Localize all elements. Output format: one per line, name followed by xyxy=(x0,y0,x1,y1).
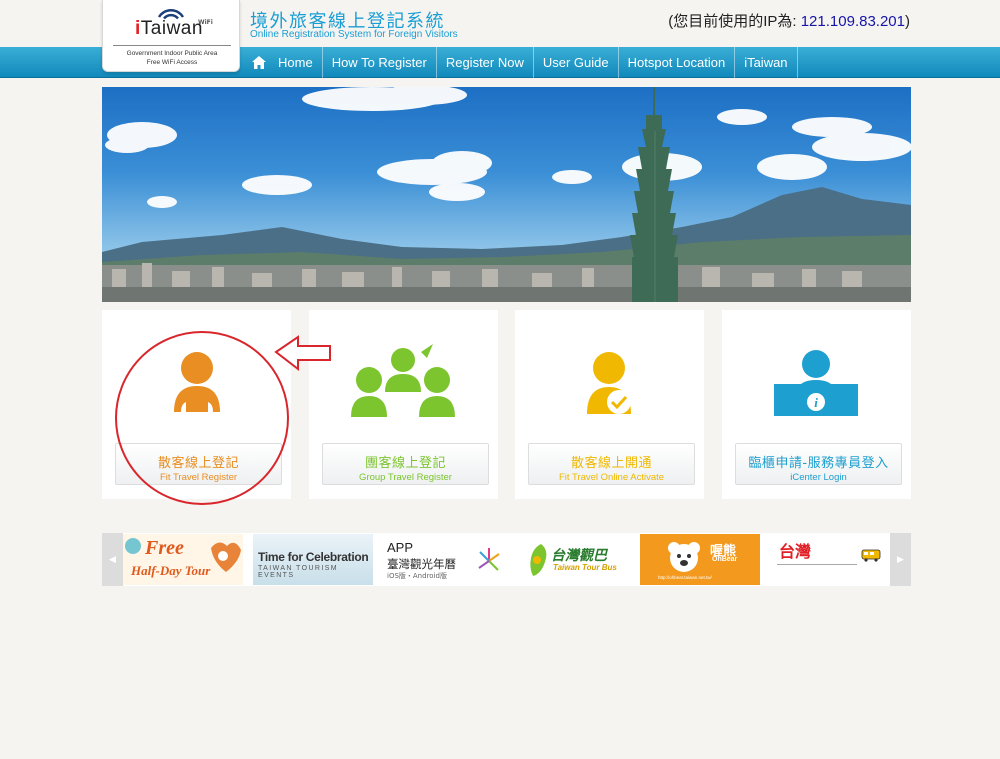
partner-rule xyxy=(777,564,857,565)
partner-title: 台灣 xyxy=(779,542,812,561)
home-icon[interactable] xyxy=(249,47,269,78)
icenter-login-button[interactable]: 臨櫃申請-服務專員登入 iCenter Login xyxy=(735,443,902,485)
page-subtitle: Online Registration System for Foreign V… xyxy=(250,29,458,40)
partner-note: iOS版・Android版 xyxy=(387,572,447,580)
partner-taiwan[interactable]: 台灣 xyxy=(769,534,889,585)
nav-register-now[interactable]: Register Now xyxy=(437,47,534,78)
nav-hotspot-location[interactable]: Hotspot Location xyxy=(619,47,736,78)
ip-address-info: (您目前使用的IP為: 121.109.83.201) xyxy=(668,10,910,31)
nav-home[interactable]: Home xyxy=(269,47,323,78)
banner-image xyxy=(102,87,911,302)
nav-how-to-register[interactable]: How To Register xyxy=(323,47,437,78)
partner-subtitle: Half-Day Tour xyxy=(131,563,211,578)
main-nav: Home How To Register Register Now User G… xyxy=(245,47,798,78)
partner-title: 台灣觀巴 xyxy=(551,548,607,564)
card-label-zh: 散客線上登記 xyxy=(157,456,239,471)
nav-itaiwan[interactable]: iTaiwan xyxy=(735,47,798,78)
bus-icon xyxy=(861,549,881,562)
partner-taiwan-tour-bus[interactable]: 台灣觀巴 Taiwan Tour Bus xyxy=(511,534,631,585)
ip-suffix: ) xyxy=(905,13,910,30)
card-label-en: Fit Travel Online Activate xyxy=(558,472,665,483)
itaiwan-logo[interactable]: iTaiwan WiFi Government Indoor Public Ar… xyxy=(102,0,240,72)
partner-url: http://ohbear.taiwan.net.tw/ xyxy=(658,575,712,580)
card-label-zh: 散客線上開通 xyxy=(570,456,652,471)
logo-subtitle-2: Free WiFi Access xyxy=(146,59,198,66)
bear-icon xyxy=(668,542,700,572)
logo-subtitle-1: Government Indoor Public Area xyxy=(126,50,218,57)
partner-time-for-celebration[interactable]: Time for Celebration TAIWAN TOURISM EVEN… xyxy=(253,534,373,585)
partner-subtitle: 臺灣觀光年曆 xyxy=(387,557,456,571)
partner-subtitle: TAIWAN TOURISM EVENTS xyxy=(258,565,339,579)
partner-subtitle: Taiwan Tour Bus xyxy=(553,563,617,572)
info-counter-icon: i xyxy=(722,340,911,430)
card-icenter-login[interactable]: i 臨櫃申請-服務專員登入 iCenter Login xyxy=(722,310,911,499)
partner-carousel: ◀ Free Half-Day Tour Time for Celebratio… xyxy=(102,533,911,586)
partner-free-half-day-tour[interactable]: Free Half-Day Tour xyxy=(123,534,243,585)
ip-prefix: (您目前使用的IP為: xyxy=(668,13,801,30)
svg-text:i: i xyxy=(814,395,818,410)
card-label-en: Fit Travel Register xyxy=(159,472,238,483)
person-check-icon xyxy=(515,340,704,430)
fit-travel-activate-button[interactable]: 散客線上開通 Fit Travel Online Activate xyxy=(528,443,695,485)
card-group-travel-register[interactable]: 團客線上登記 Group Travel Register xyxy=(309,310,498,499)
carousel-next-button[interactable]: ▶ xyxy=(890,533,911,586)
taipei-skyline-banner xyxy=(102,87,911,302)
partner-subtitle: OhBear xyxy=(712,556,738,563)
card-fit-travel-activate[interactable]: 散客線上開通 Fit Travel Online Activate xyxy=(515,310,704,499)
firework-icon xyxy=(478,548,500,571)
partner-ohbear[interactable]: 喔熊 OhBear http://ohbear.taiwan.net.tw/ xyxy=(640,534,760,585)
logo-wifi-label: WiFi xyxy=(198,19,213,26)
ip-value: 121.109.83.201 xyxy=(800,13,905,30)
taiwan-map-icon xyxy=(530,544,547,576)
logo-divider xyxy=(113,45,231,46)
partner-title: Free xyxy=(145,537,184,559)
group-travel-register-button[interactable]: 團客線上登記 Group Travel Register xyxy=(322,443,489,485)
card-label-en: iCenter Login xyxy=(790,472,847,483)
card-label-zh: 團客線上登記 xyxy=(364,456,446,471)
card-label-en: Group Travel Register xyxy=(359,472,452,483)
card-label-zh: 臨櫃申請-服務專員登入 xyxy=(748,456,889,471)
partner-title: APP xyxy=(387,540,414,555)
carousel-prev-button[interactable]: ◀ xyxy=(102,533,123,586)
card-fit-travel-register[interactable]: 散客線上登記 Fit Travel Register xyxy=(102,310,291,499)
partner-title: Time for Celebration xyxy=(258,550,369,564)
single-person-icon xyxy=(102,340,291,430)
group-icon xyxy=(309,340,498,430)
logo-wordmark: iTaiwan xyxy=(135,18,203,39)
partner-app-calendar[interactable]: APP 臺灣觀光年曆 iOS版・Android版 xyxy=(382,534,502,585)
fit-travel-register-button[interactable]: 散客線上登記 Fit Travel Register xyxy=(115,443,282,485)
nav-user-guide[interactable]: User Guide xyxy=(534,47,619,78)
